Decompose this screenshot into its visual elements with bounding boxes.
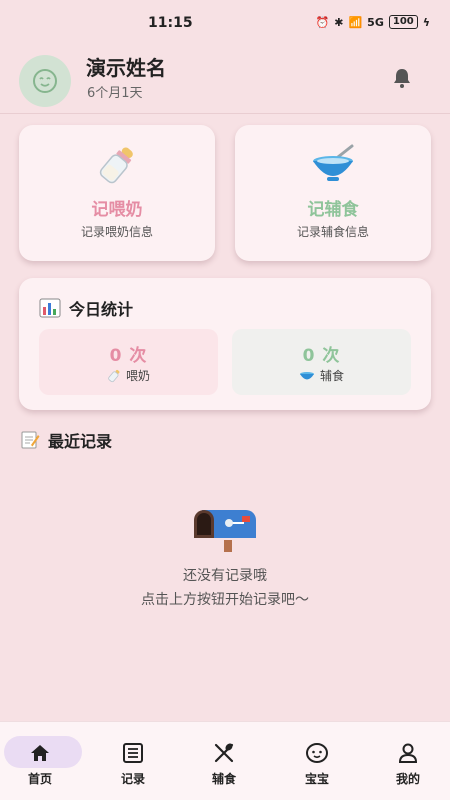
memo-icon	[21, 431, 40, 449]
milk-label: 喂奶	[125, 369, 150, 383]
bottom-nav: 首页 记录 辅食 宝宝 我的	[0, 721, 450, 800]
food-bowl-icon	[299, 371, 314, 379]
header: 演示姓名 6个月1天	[0, 48, 450, 112]
today-stats-heading: 今日统计	[39, 296, 133, 320]
nav-home-label: 首页	[27, 772, 52, 786]
milk-count: 0 次	[109, 346, 148, 366]
notification-bell-icon[interactable]	[390, 66, 414, 90]
network-label: 5G	[367, 15, 384, 29]
utensils-icon	[214, 743, 234, 763]
avatar[interactable]	[19, 55, 71, 107]
empty-state-text: 还没有记录哦	[183, 568, 267, 584]
status-icons: ⏰ ✱ 📶 5G 100 ϟ	[316, 15, 430, 29]
empty-state-hint: 点击上方按钮开始记录吧～	[141, 592, 309, 608]
nav-profile-label: 我的	[395, 772, 420, 786]
bar-chart-icon	[39, 298, 61, 318]
nav-records[interactable]: 记录	[95, 734, 171, 792]
header-divider	[0, 113, 450, 114]
today-stats-title: 今日统计	[69, 300, 134, 319]
baby-age: 6个月1天	[87, 86, 143, 101]
nav-baby-label: 宝宝	[304, 772, 329, 786]
status-bar: 11:15 ⏰ ✱ 📶 5G 100 ϟ	[0, 0, 450, 48]
nav-food-label: 辅食	[211, 772, 236, 786]
battery-icon: 100	[388, 15, 418, 29]
charging-icon: ϟ	[422, 15, 430, 29]
nav-records-label: 记录	[120, 772, 145, 786]
nav-home[interactable]: 首页	[2, 734, 82, 792]
recent-records-title: 最近记录	[48, 432, 113, 451]
baby-bottle-icon	[108, 369, 120, 382]
food-count-box: 0 次 辅食	[232, 329, 411, 395]
food-bowl-icon	[313, 144, 354, 181]
home-icon	[31, 745, 49, 761]
food-label: 辅食	[319, 369, 344, 383]
recent-records-heading: 最近记录	[20, 428, 112, 452]
record-food-title: 记辅食	[307, 200, 359, 220]
list-icon	[123, 743, 143, 763]
record-milk-subtitle: 记录喂奶信息	[80, 225, 153, 239]
status-time: 11:15	[148, 15, 193, 31]
nav-profile[interactable]: 我的	[370, 734, 446, 792]
record-food-button[interactable]: 记辅食 记录辅食信息	[235, 125, 431, 261]
bluetooth-icon: ✱	[334, 15, 344, 29]
baby-face-icon	[33, 69, 57, 93]
mailbox-icon	[194, 510, 256, 552]
record-milk-title: 记喂奶	[91, 200, 143, 220]
baby-name: 演示姓名	[86, 56, 166, 80]
record-food-subtitle: 记录辅食信息	[296, 225, 369, 239]
person-icon	[398, 743, 418, 763]
milk-count-box: 0 次 喂奶	[39, 329, 218, 395]
record-milk-button[interactable]: 记喂奶 记录喂奶信息	[19, 125, 215, 261]
baby-face-icon	[306, 743, 328, 763]
wifi-icon: 📶	[348, 15, 363, 29]
nav-food[interactable]: 辅食	[186, 734, 262, 792]
today-stats-card: 今日统计 0 次 喂奶 0 次 辅食	[19, 278, 431, 410]
baby-bottle-icon	[99, 147, 133, 184]
nav-baby[interactable]: 宝宝	[279, 734, 355, 792]
alarm-icon: ⏰	[315, 15, 330, 29]
food-count: 0 次	[302, 346, 341, 366]
